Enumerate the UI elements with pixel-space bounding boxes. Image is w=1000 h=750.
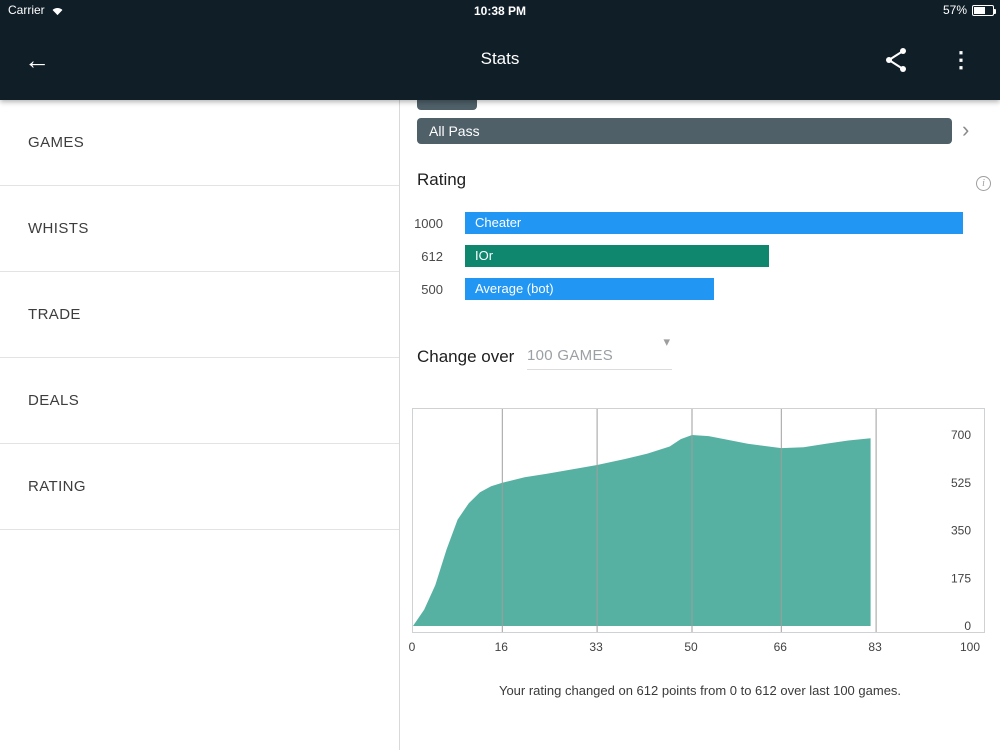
clock-label: 10:38 PM [473, 4, 527, 18]
games-count-dropdown[interactable]: 100 GAMES ▾ [527, 334, 672, 370]
rating-bar-value: 1000 [414, 215, 443, 231]
rating-area-chart: 700 525 350 175 0 [412, 408, 985, 633]
svg-text:350: 350 [951, 524, 971, 538]
main-content: All Pass › Rating i 1000 Cheater 612 IOr 500… [400, 100, 1000, 750]
stats-screen: Carrier 10:38 PM 57% ← Stats ⋮ GAMES WHI… [0, 0, 1000, 750]
chart-x-axis: 0 16 33 50 66 83 100 [408, 640, 985, 656]
rating-bars: 1000 Cheater 612 IOr 500 Average (bot) [400, 212, 1000, 311]
change-over-label: Change over [417, 347, 515, 366]
x-tick-label: 83 [868, 640, 882, 654]
rating-bar-track: Cheater [465, 212, 963, 234]
all-pass-bar[interactable]: All Pass [417, 118, 952, 144]
overflow-menu-button[interactable]: ⋮ [950, 42, 972, 78]
nav-bar: ← Stats ⋮ [0, 22, 1000, 100]
sidebar-item-games[interactable]: GAMES [0, 100, 399, 186]
x-tick-label: 0 [408, 640, 416, 654]
sidebar-item-trade[interactable]: TRADE [0, 272, 399, 358]
rating-bar-value: 612 [421, 248, 443, 264]
svg-text:700: 700 [951, 428, 971, 442]
games-count-value: 100 GAMES [527, 347, 614, 364]
caret-down-icon: ▾ [663, 334, 670, 349]
svg-text:525: 525 [951, 476, 971, 490]
share-button[interactable] [884, 47, 908, 73]
status-bar: Carrier 10:38 PM 57% [0, 0, 1000, 22]
x-tick-label: 66 [773, 640, 787, 654]
clipped-button[interactable] [417, 100, 477, 110]
chart-caption: Your rating changed on 612 points from 0… [498, 683, 902, 698]
sidebar-item-rating[interactable]: RATING [0, 444, 399, 530]
rating-bar-row: 612 IOr [400, 245, 1000, 267]
x-tick-label: 16 [494, 640, 508, 654]
app-header: Carrier 10:38 PM 57% ← Stats ⋮ [0, 0, 1000, 100]
rating-bar-value: 500 [421, 281, 443, 297]
rating-section-title: Rating [417, 170, 467, 189]
rating-bar-track: Average (bot) [465, 278, 963, 300]
svg-text:175: 175 [951, 571, 971, 585]
sidebar-item-deals[interactable]: DEALS [0, 358, 399, 444]
x-tick-label: 33 [589, 640, 603, 654]
sidebar-menu: GAMES WHISTS TRADE DEALS RATING [0, 100, 400, 750]
rating-bar-row: 1000 Cheater [400, 212, 1000, 234]
svg-text:0: 0 [964, 619, 971, 632]
rating-bar: Cheater [465, 212, 963, 234]
rating-bar-track: IOr [465, 245, 963, 267]
rating-bar: Average (bot) [465, 278, 714, 300]
battery-percent-label: 57% [942, 3, 967, 17]
x-tick-label: 50 [684, 640, 698, 654]
x-tick-label: 100 [959, 640, 981, 654]
battery-icon [972, 4, 996, 16]
sidebar-item-whists[interactable]: WHISTS [0, 186, 399, 272]
chevron-right-icon[interactable]: › [962, 115, 969, 145]
rating-bar: IOr [465, 245, 769, 267]
page-title: Stats [480, 49, 520, 68]
rating-bar-row: 500 Average (bot) [400, 278, 1000, 300]
info-icon[interactable]: i [976, 176, 991, 191]
